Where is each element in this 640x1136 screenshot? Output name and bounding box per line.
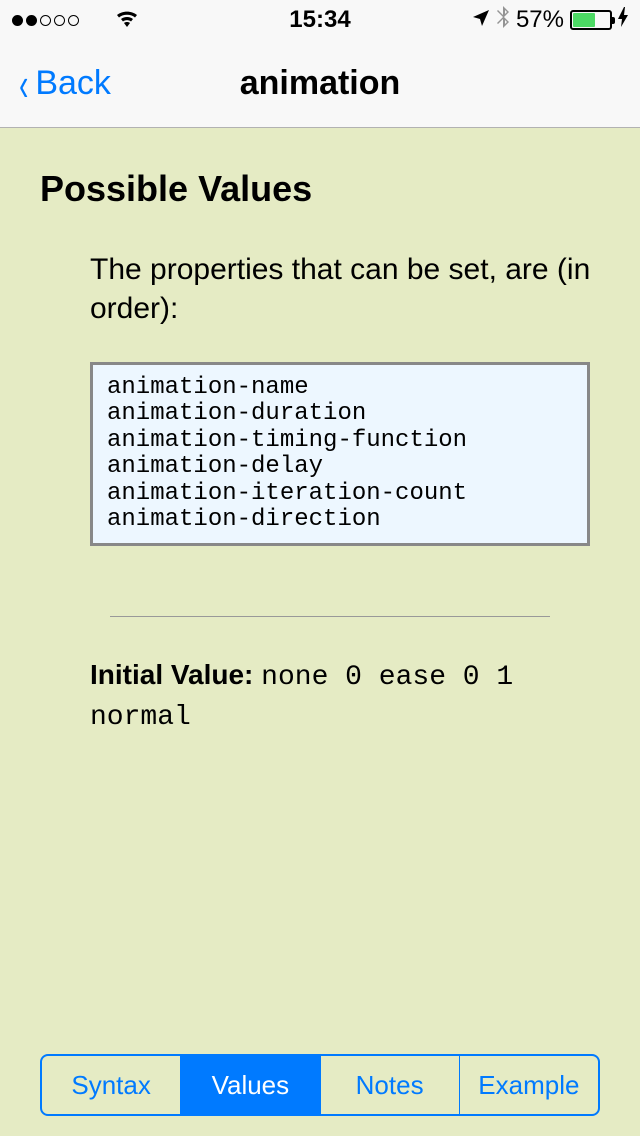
wifi-icon (115, 7, 139, 33)
code-line: animation-direction (107, 507, 573, 533)
signal-dots-icon (12, 15, 79, 26)
code-line: animation-name (107, 375, 573, 401)
status-bar: 15:34 57% (0, 0, 640, 40)
code-line: animation-timing-function (107, 428, 573, 454)
chevron-left-icon: ‹ (19, 57, 28, 111)
initial-value-row: Initial Value: none 0 ease 0 1 normal (90, 657, 600, 736)
tab-notes[interactable]: Notes (321, 1056, 460, 1114)
code-box: animation-name animation-duration animat… (90, 362, 590, 546)
charging-icon (618, 7, 628, 33)
code-line: animation-delay (107, 454, 573, 480)
tab-syntax[interactable]: Syntax (42, 1056, 181, 1114)
status-left (12, 7, 139, 33)
battery-icon (570, 10, 612, 30)
page-title: animation (240, 64, 401, 103)
divider (110, 616, 550, 617)
tab-example[interactable]: Example (460, 1056, 598, 1114)
location-icon (472, 6, 490, 34)
description-text: The properties that can be set, are (in … (90, 250, 600, 328)
status-time: 15:34 (289, 6, 350, 34)
segmented-control: Syntax Values Notes Example (40, 1054, 600, 1116)
tab-values[interactable]: Values (181, 1056, 320, 1114)
initial-value-label: Initial Value: (90, 659, 253, 690)
back-label: Back (35, 64, 111, 103)
battery-percent: 57% (516, 6, 564, 34)
back-button[interactable]: ‹ Back (16, 57, 111, 111)
code-line: animation-duration (107, 401, 573, 427)
code-line: animation-iteration-count (107, 481, 573, 507)
bluetooth-icon (496, 6, 510, 35)
nav-bar: ‹ Back animation (0, 40, 640, 128)
section-title: Possible Values (40, 168, 600, 210)
content-area: Possible Values The properties that can … (0, 128, 640, 736)
status-right: 57% (472, 6, 628, 35)
